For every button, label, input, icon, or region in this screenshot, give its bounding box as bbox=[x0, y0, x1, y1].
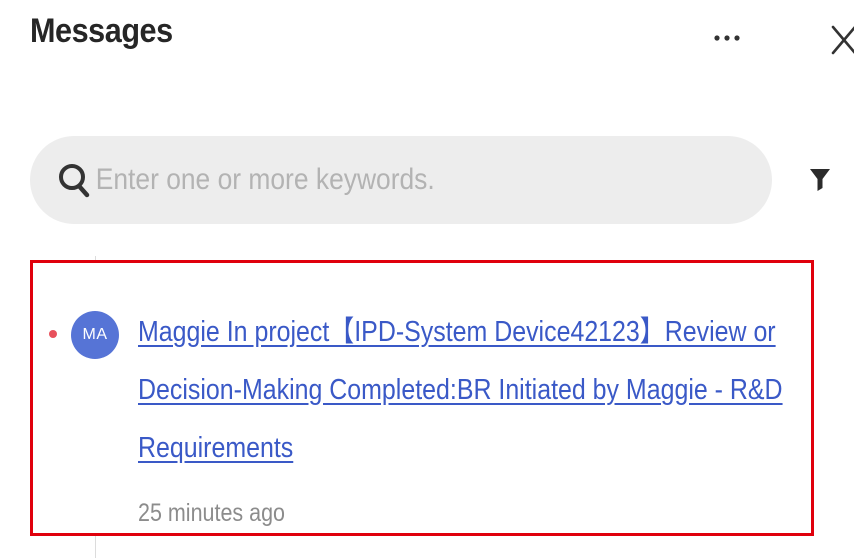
search-icon bbox=[56, 162, 92, 198]
panel-title: Messages bbox=[30, 12, 173, 50]
unread-indicator bbox=[49, 330, 57, 338]
search-bar[interactable] bbox=[30, 136, 772, 224]
more-options-button[interactable] bbox=[705, 20, 749, 56]
message-list: MA Maggie In project【IPD-System Device42… bbox=[30, 256, 820, 558]
filter-button[interactable] bbox=[800, 162, 840, 198]
message-item[interactable]: MA Maggie In project【IPD-System Device42… bbox=[30, 260, 814, 536]
close-icon bbox=[831, 25, 854, 55]
message-link[interactable]: Maggie In project【IPD-System Device42123… bbox=[138, 303, 788, 477]
avatar: MA bbox=[71, 311, 119, 359]
messages-panel: Messages Enter one or more keywords. MA … bbox=[0, 0, 854, 558]
panel-header: Messages bbox=[30, 12, 854, 62]
search-input[interactable] bbox=[94, 162, 626, 198]
filter-icon bbox=[810, 169, 830, 191]
more-horizontal-icon bbox=[714, 35, 740, 41]
close-button[interactable] bbox=[822, 20, 854, 60]
message-timestamp: 25 minutes ago bbox=[138, 499, 286, 527]
